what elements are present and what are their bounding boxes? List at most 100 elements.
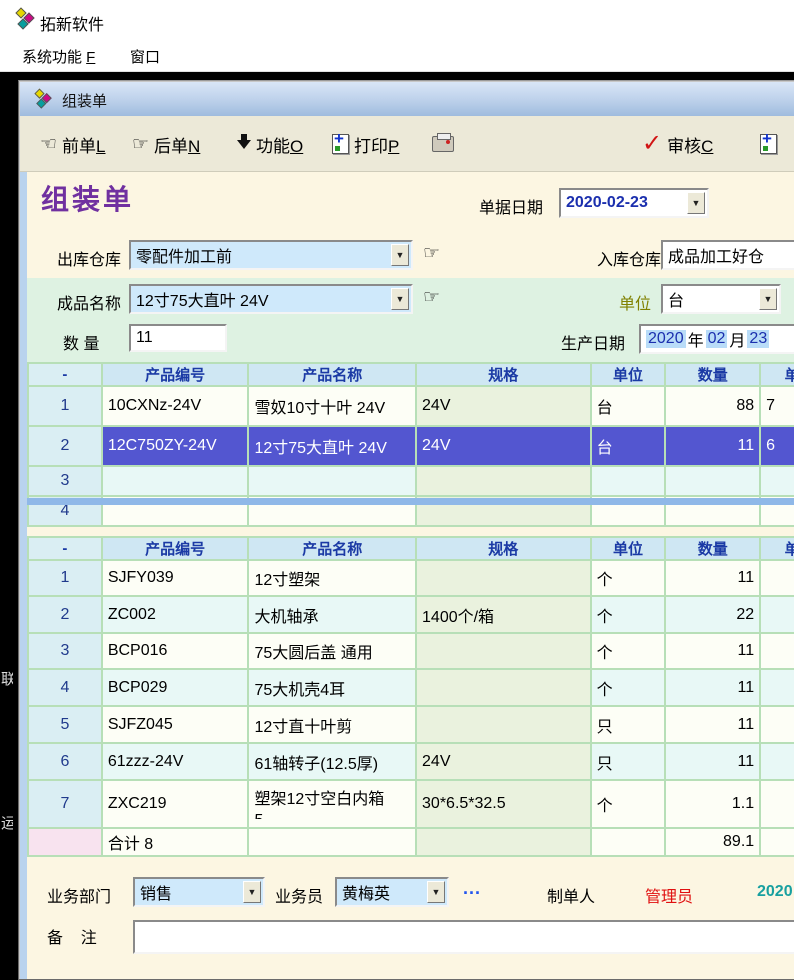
grid-cell[interactable] — [592, 467, 667, 497]
grid-cell[interactable]: 7 — [761, 387, 794, 427]
grid-cell[interactable]: 6 — [761, 427, 794, 467]
grid-cell[interactable]: 4 — [29, 670, 103, 707]
app-titlebar[interactable]: 拓新软件 — [0, 0, 794, 40]
grid-cell[interactable] — [761, 744, 794, 781]
audit-button[interactable]: ✓ 审核C — [642, 130, 713, 158]
grid-cell[interactable]: 1 — [29, 561, 103, 597]
prev-order-button[interactable]: ☜ 前单L — [40, 130, 106, 158]
grid-cell[interactable] — [666, 467, 761, 497]
grid-cell[interactable]: 12寸75大直叶 24V — [249, 427, 417, 467]
grid-cell[interactable]: 只 — [592, 744, 667, 781]
grid-cell[interactable]: 个 — [592, 634, 667, 670]
grid-cell[interactable]: 88 — [666, 387, 761, 427]
product-dropdown-arrow[interactable]: ▼ — [391, 288, 409, 310]
assembly-order-titlebar[interactable]: 组装单 — [20, 82, 794, 116]
prod-date-field[interactable]: 2020 年02 月23 — [639, 324, 794, 354]
product-combo[interactable]: 12寸75大直叶 24V ▼ — [129, 284, 413, 314]
dept-dropdown-arrow[interactable]: ▼ — [243, 881, 261, 903]
grid-cell[interactable] — [761, 670, 794, 707]
grid-cell[interactable]: 75大机壳4耳 — [249, 670, 417, 707]
grid-cell[interactable] — [761, 561, 794, 597]
grid-cell[interactable] — [761, 634, 794, 670]
product-picker-icon[interactable]: ☞ — [423, 286, 440, 308]
grid-cell[interactable] — [761, 467, 794, 497]
grid-cell[interactable]: 个 — [592, 670, 667, 707]
grid-cell[interactable]: 11 — [666, 707, 761, 744]
table-row[interactable]: 212C750ZY-24V12寸75大直叶 24V24V台116 — [27, 427, 794, 467]
table-row[interactable]: 2ZC002大机轴承1400个/箱个22 — [27, 597, 794, 634]
quantity-input[interactable]: 11 — [129, 324, 227, 352]
grid-cell[interactable]: 大机轴承 — [249, 597, 417, 634]
in-warehouse-field[interactable]: 成品加工好仓 — [661, 240, 794, 270]
dept-combo[interactable]: 销售 ▼ — [133, 877, 265, 907]
table-row[interactable]: 110CXNz-24V雪奴10寸十叶 24V24V台887 — [27, 387, 794, 427]
grid-cell[interactable]: 12C750ZY-24V — [103, 427, 250, 467]
grid-cell[interactable]: 个 — [592, 597, 667, 634]
grid-cell[interactable]: 2 — [29, 427, 103, 467]
grid-cell[interactable]: ZXC219 — [103, 781, 250, 829]
grid-cell[interactable]: 2 — [29, 597, 103, 634]
out-warehouse-combo[interactable]: 零配件加工前 ▼ — [129, 240, 413, 270]
table-row[interactable]: 3BCP01675大圆后盖 通用 个11 — [27, 634, 794, 670]
next-order-button[interactable]: ☞ 后单N — [132, 130, 200, 158]
table-row[interactable]: 1SJFY03912寸塑架 个11 — [27, 561, 794, 597]
table-row[interactable]: 661zzz-24V61轴转子(12.5厚)24V只11 — [27, 744, 794, 781]
grid-cell[interactable]: 24V — [417, 387, 592, 427]
menu-window[interactable]: 窗口 — [130, 46, 160, 67]
grid-cell[interactable]: 11 — [666, 670, 761, 707]
grid-cell[interactable]: 1.1 — [666, 781, 761, 829]
grid-cell[interactable]: 11 — [666, 561, 761, 597]
grid-cell[interactable]: 30*6.5*32.5 — [417, 781, 592, 829]
grid-cell[interactable]: 61zzz-24V — [103, 744, 250, 781]
doc-date-combo[interactable]: 2020-02-23 ▼ — [559, 188, 709, 218]
grid-cell[interactable] — [417, 561, 592, 597]
grid-cell[interactable]: BCP029 — [103, 670, 250, 707]
grid-cell[interactable]: BCP016 — [103, 634, 250, 670]
grid-cell[interactable]: 3 — [29, 634, 103, 670]
grid-cell[interactable]: SJFY039 — [103, 561, 250, 597]
grid-cell[interactable]: 3 — [29, 467, 103, 497]
grid-cell[interactable]: 11 — [666, 634, 761, 670]
remark-input[interactable] — [133, 920, 794, 954]
grid-cell[interactable]: ZC002 — [103, 597, 250, 634]
salesperson-combo[interactable]: 黄梅英 ▼ — [335, 877, 449, 907]
grid-cell[interactable]: 个 — [592, 781, 667, 829]
menu-system-functions[interactable]: 系统功能 F — [22, 46, 95, 67]
grid-cell[interactable]: 24V — [417, 744, 592, 781]
grid-cell[interactable] — [761, 597, 794, 634]
table-row[interactable]: 5SJFZ04512寸直十叶剪只11 — [27, 707, 794, 744]
grid-cell[interactable]: 11 — [666, 427, 761, 467]
grid-cell[interactable]: 75大圆后盖 通用 — [249, 634, 417, 670]
grid-cell[interactable]: 1 — [29, 387, 103, 427]
doc-date-dropdown-arrow[interactable]: ▼ — [687, 192, 705, 214]
grid-cell[interactable]: 22 — [666, 597, 761, 634]
grid-cell[interactable]: 12寸直十叶剪 — [249, 707, 417, 744]
grid-cell[interactable] — [417, 634, 592, 670]
out-warehouse-picker-icon[interactable]: ☞ — [423, 242, 440, 264]
table-row[interactable]: 4BCP02975大机壳4耳 个11 — [27, 670, 794, 707]
grid-cell[interactable]: 台 — [592, 427, 667, 467]
grid-cell[interactable] — [761, 707, 794, 744]
grid-cell[interactable] — [761, 781, 794, 829]
grid-cell[interactable]: 12寸塑架 — [249, 561, 417, 597]
grid-cell[interactable] — [249, 467, 417, 497]
grid-cell[interactable]: 个 — [592, 561, 667, 597]
grid-cell[interactable]: 6 — [29, 744, 103, 781]
salesperson-dropdown-arrow[interactable]: ▼ — [427, 881, 445, 903]
printer-button[interactable] — [432, 130, 454, 158]
salesperson-more-button[interactable]: ... — [463, 878, 481, 899]
grid-cell[interactable]: 1400个/箱 — [417, 597, 592, 634]
grid-cell[interactable] — [417, 467, 592, 497]
table-row[interactable]: 3 — [27, 467, 794, 497]
grid-cell[interactable]: 10CXNz-24V — [103, 387, 250, 427]
table-row[interactable]: 7ZXC219塑架12寸空白内箱5...30*6.5*32.5个1.1 — [27, 781, 794, 829]
grid-cell[interactable]: 5 — [29, 707, 103, 744]
grid-cell[interactable]: 7 — [29, 781, 103, 829]
unit-combo[interactable]: 台 ▼ — [661, 284, 781, 314]
unit-dropdown-arrow[interactable]: ▼ — [759, 288, 777, 310]
print-button[interactable]: 打印P — [332, 130, 399, 158]
grid-cell[interactable]: SJFZ045 — [103, 707, 250, 744]
grid-cell[interactable]: 24V — [417, 427, 592, 467]
out-warehouse-dropdown-arrow[interactable]: ▼ — [391, 244, 409, 266]
grid-cell[interactable]: 塑架12寸空白内箱5... — [249, 781, 417, 829]
